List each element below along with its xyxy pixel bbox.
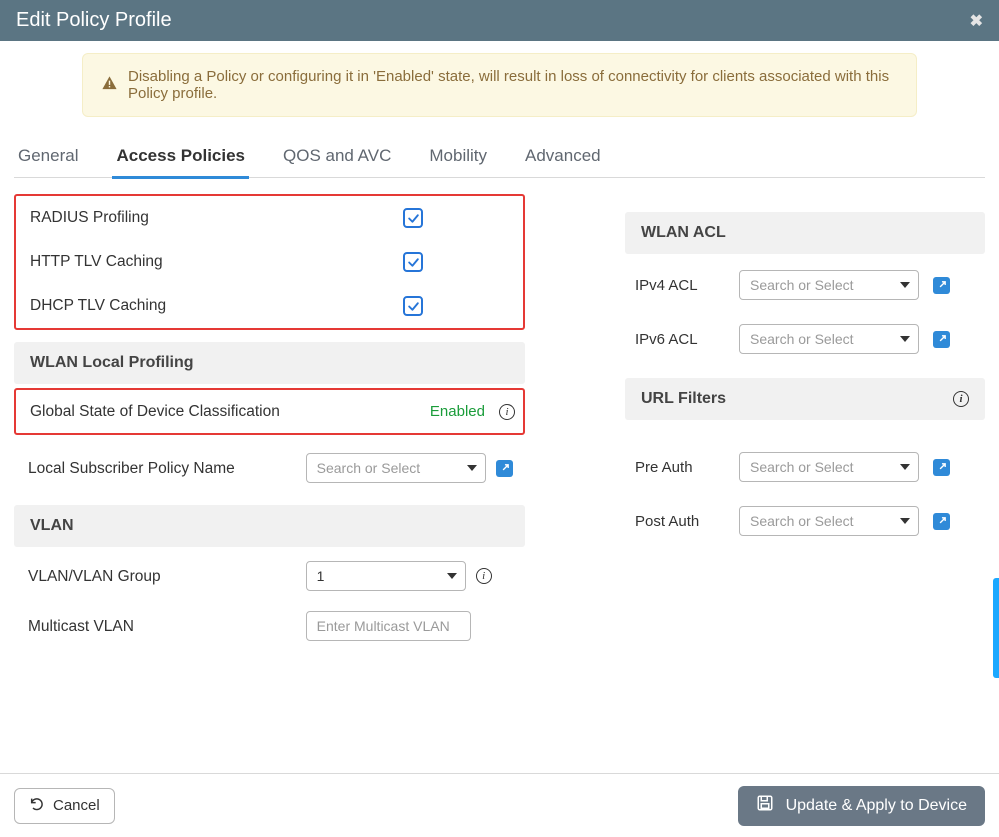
window-title: Edit Policy Profile: [16, 9, 172, 32]
tab-advanced[interactable]: Advanced: [521, 146, 605, 178]
external-link-icon[interactable]: [496, 460, 513, 477]
info-icon[interactable]: i: [953, 391, 969, 407]
warning-text: Disabling a Policy or configuring it in …: [128, 68, 898, 102]
radius-profiling-label: RADIUS Profiling: [30, 208, 293, 227]
scroll-indicator[interactable]: [993, 578, 999, 678]
vlan-header: VLAN: [14, 505, 525, 547]
device-classification-highlight-box: Global State of Device Classification En…: [14, 388, 525, 435]
subscriber-policy-label: Local Subscriber Policy Name: [28, 459, 294, 478]
tab-mobility[interactable]: Mobility: [425, 146, 491, 178]
info-icon[interactable]: i: [499, 404, 515, 420]
close-icon[interactable]: ✖: [970, 11, 983, 31]
tabs: General Access Policies QOS and AVC Mobi…: [14, 145, 985, 178]
update-apply-button-label: Update & Apply to Device: [786, 797, 967, 815]
save-icon: [756, 794, 774, 817]
ipv4-acl-select[interactable]: [739, 270, 919, 300]
pre-auth-input[interactable]: [740, 453, 918, 481]
dhcp-tlv-caching-checkbox[interactable]: [403, 296, 423, 316]
external-link-icon[interactable]: [933, 459, 950, 476]
pre-auth-select[interactable]: [739, 452, 919, 482]
url-filters-header: URL Filters i: [625, 378, 985, 420]
external-link-icon[interactable]: [933, 277, 950, 294]
http-tlv-caching-label: HTTP TLV Caching: [30, 252, 293, 271]
cancel-button-label: Cancel: [53, 797, 100, 814]
ipv6-acl-select[interactable]: [739, 324, 919, 354]
url-filters-header-text: URL Filters: [641, 390, 726, 408]
post-auth-select[interactable]: [739, 506, 919, 536]
warning-icon: [101, 75, 118, 96]
dhcp-tlv-caching-label: DHCP TLV Caching: [30, 296, 293, 315]
external-link-icon[interactable]: [933, 513, 950, 530]
vlan-group-label: VLAN/VLAN Group: [28, 567, 294, 586]
radius-profiling-checkbox[interactable]: [403, 208, 423, 228]
vlan-group-select[interactable]: [306, 561, 466, 591]
ipv6-acl-input[interactable]: [740, 325, 918, 353]
post-auth-label: Post Auth: [635, 513, 725, 530]
profiling-highlight-box: RADIUS Profiling HTTP TLV Caching: [14, 194, 525, 330]
wlan-local-profiling-header: WLAN Local Profiling: [14, 342, 525, 384]
info-icon[interactable]: i: [476, 568, 492, 584]
cancel-button[interactable]: Cancel: [14, 788, 115, 824]
http-tlv-caching-checkbox[interactable]: [403, 252, 423, 272]
ipv6-acl-label: IPv6 ACL: [635, 331, 725, 348]
device-classification-state: Enabled: [430, 403, 485, 420]
update-apply-button[interactable]: Update & Apply to Device: [738, 786, 985, 826]
device-classification-label: Global State of Device Classification: [30, 402, 317, 421]
multicast-vlan-label: Multicast VLAN: [28, 617, 294, 636]
subscriber-policy-input[interactable]: [307, 454, 485, 482]
vlan-group-input[interactable]: [307, 562, 465, 590]
tab-general[interactable]: General: [14, 146, 82, 178]
post-auth-input[interactable]: [740, 507, 918, 535]
multicast-vlan-input[interactable]: [306, 611, 471, 641]
ipv4-acl-input[interactable]: [740, 271, 918, 299]
ipv4-acl-label: IPv4 ACL: [635, 277, 725, 294]
warning-banner: Disabling a Policy or configuring it in …: [82, 53, 917, 117]
tab-qos-and-avc[interactable]: QOS and AVC: [279, 146, 395, 178]
external-link-icon[interactable]: [933, 331, 950, 348]
wlan-acl-header: WLAN ACL: [625, 212, 985, 254]
subscriber-policy-select[interactable]: [306, 453, 486, 483]
undo-icon: [29, 796, 45, 816]
title-bar: Edit Policy Profile ✖: [0, 0, 999, 41]
tab-access-policies[interactable]: Access Policies: [112, 146, 249, 178]
pre-auth-label: Pre Auth: [635, 459, 725, 476]
